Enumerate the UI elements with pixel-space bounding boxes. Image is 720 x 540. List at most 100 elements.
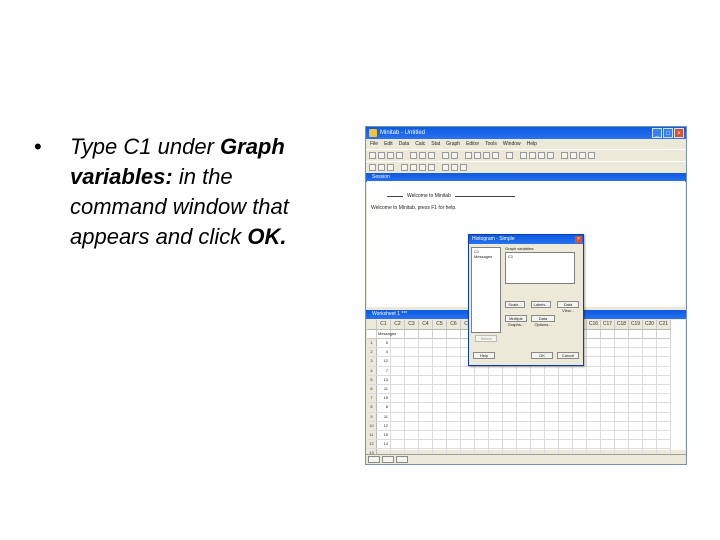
empty-cell[interactable] [629,348,643,357]
cut-icon[interactable] [410,152,417,159]
empty-cell[interactable] [643,430,657,440]
brush-icon[interactable] [561,152,568,159]
empty-cell[interactable] [587,430,601,440]
empty-cell[interactable] [517,440,531,449]
empty-cell[interactable] [489,440,503,449]
empty-cell[interactable] [531,421,545,430]
c1-cell[interactable]: 15 [377,430,391,440]
column-header[interactable]: C5 [433,320,447,329]
empty-cell[interactable] [447,440,461,449]
empty-cell[interactable] [601,384,615,394]
new-file-icon[interactable] [369,152,376,159]
empty-cell[interactable] [475,394,489,403]
column-header[interactable]: C4 [419,320,433,329]
minimized-window-icon[interactable] [396,456,408,463]
empty-cell[interactable] [559,366,573,375]
empty-cell[interactable] [517,421,531,430]
empty-cell[interactable] [587,384,601,394]
column-header[interactable]: C21 [657,320,671,329]
menu-window[interactable]: Window [503,139,521,149]
menu-stat[interactable]: Stat [431,139,440,149]
column-name-cell[interactable] [587,330,601,338]
c1-cell[interactable]: 12 [377,421,391,430]
empty-cell[interactable] [405,394,419,403]
column-header[interactable]: C6 [447,320,461,329]
empty-cell[interactable] [447,394,461,403]
empty-cell[interactable] [447,412,461,421]
empty-cell[interactable] [475,375,489,384]
column-name-cell[interactable] [447,330,461,338]
row-number[interactable]: 2 [367,348,377,357]
empty-cell[interactable] [587,412,601,421]
menu-data[interactable]: Data [399,139,410,149]
empty-cell[interactable] [629,421,643,430]
report-pad-icon[interactable] [442,164,449,171]
insert-column-icon[interactable] [378,164,385,171]
empty-cell[interactable] [405,403,419,412]
empty-cell[interactable] [405,440,419,449]
empty-cell[interactable] [643,394,657,403]
empty-cell[interactable] [433,403,447,412]
column-name-cell[interactable] [391,330,405,338]
empty-cell[interactable] [391,412,405,421]
column-name-cell[interactable] [433,330,447,338]
column-name-cell[interactable] [615,330,629,338]
empty-cell[interactable] [559,384,573,394]
empty-cell[interactable] [433,357,447,366]
scale-button[interactable]: Scale... [505,301,525,308]
empty-cell[interactable] [629,412,643,421]
row-number[interactable]: 9 [367,412,377,421]
empty-cell[interactable] [517,384,531,394]
empty-cell[interactable] [629,430,643,440]
minimize-button[interactable]: _ [652,128,662,138]
empty-cell[interactable] [545,440,559,449]
empty-cell[interactable] [615,366,629,375]
empty-cell[interactable] [573,375,587,384]
empty-cell[interactable] [587,357,601,366]
empty-cell[interactable] [587,403,601,412]
empty-cell[interactable] [559,412,573,421]
variable-list[interactable]: C1 Messages [471,247,501,333]
menu-edit[interactable]: Edit [384,139,393,149]
empty-cell[interactable] [405,348,419,357]
tile-icon[interactable] [538,152,545,159]
empty-cell[interactable] [419,394,433,403]
empty-cell[interactable] [559,375,573,384]
menu-tools[interactable]: Tools [485,139,497,149]
empty-cell[interactable] [503,394,517,403]
menu-help[interactable]: Help [527,139,537,149]
empty-cell[interactable] [573,394,587,403]
empty-cell[interactable] [657,357,671,366]
multiple-graphs-button[interactable]: Multiple Graphs... [505,315,527,327]
empty-cell[interactable] [559,403,573,412]
empty-cell[interactable] [405,366,419,375]
empty-cell[interactable] [517,403,531,412]
empty-cell[interactable] [391,357,405,366]
empty-cell[interactable] [601,403,615,412]
labels-button[interactable]: Labels... [531,301,551,308]
empty-cell[interactable] [657,366,671,375]
empty-cell[interactable] [573,412,587,421]
empty-cell[interactable] [461,403,475,412]
empty-cell[interactable] [657,348,671,357]
column-header[interactable]: C18 [615,320,629,329]
empty-cell[interactable] [447,339,461,348]
empty-cell[interactable] [629,384,643,394]
empty-cell[interactable] [615,403,629,412]
empty-cell[interactable] [517,375,531,384]
empty-cell[interactable] [531,375,545,384]
empty-cell[interactable] [531,366,545,375]
empty-cell[interactable] [615,348,629,357]
empty-cell[interactable] [447,357,461,366]
corner-cell[interactable] [367,320,377,329]
cancel-button[interactable]: Cancel [557,352,579,359]
empty-cell[interactable] [391,375,405,384]
related-documents-icon[interactable] [451,164,458,171]
column-name-cell[interactable] [657,330,671,338]
empty-cell[interactable] [657,440,671,449]
empty-cell[interactable] [489,394,503,403]
graph-variables-field[interactable]: C1 [505,252,575,284]
empty-cell[interactable] [545,366,559,375]
empty-cell[interactable] [531,403,545,412]
column-header[interactable]: C1 [377,320,391,329]
